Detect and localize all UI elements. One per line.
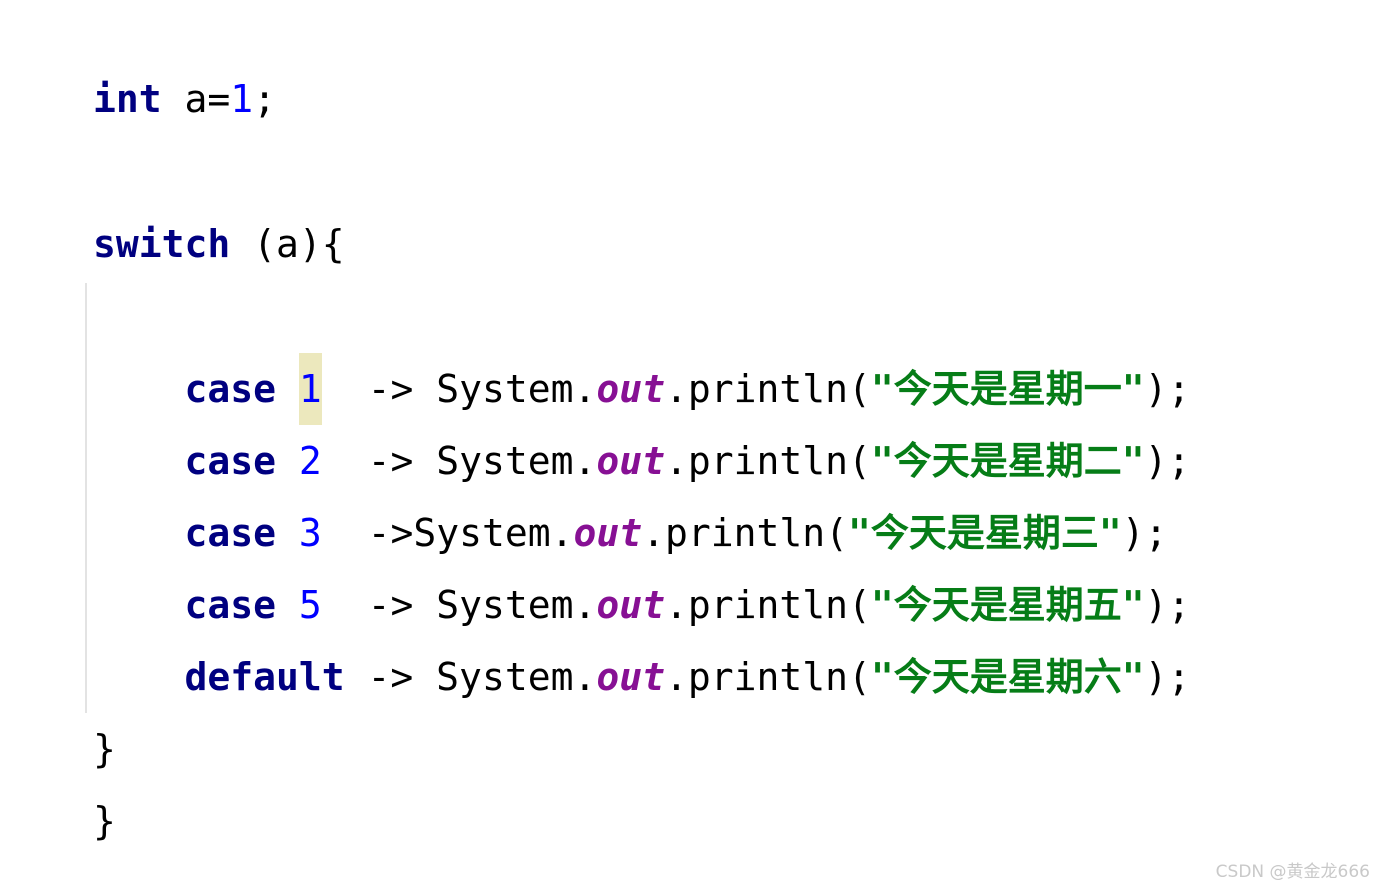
token-plain: ->System. (321, 511, 574, 555)
token-number-literal-highlighted: 1 (298, 353, 322, 425)
code-line-declaration: int a=1; (93, 80, 276, 118)
token-plain: } (93, 727, 116, 771)
code-editor-surface: int a=1; switch (a){ case 1 -> System.ou… (0, 0, 1384, 892)
token-static-field: out (573, 511, 643, 555)
token-plain: -> System. (321, 367, 597, 411)
token-number-literal: 1 (230, 77, 254, 121)
code-line-switch-close: } (93, 730, 116, 768)
code-line-case-5: case 5 -> System.out.println("今天是星期五"); (93, 583, 1191, 627)
token-string-literal: "今天是星期一" (870, 367, 1145, 411)
code-line-block-close: } (93, 802, 116, 840)
token-plain: a= (161, 77, 231, 121)
token-plain: ); (1144, 583, 1191, 627)
token-plain: -> System. (321, 439, 597, 483)
token-plain: .println( (664, 655, 871, 699)
code-line-switch-open: switch (a){ (93, 225, 345, 263)
indent-guide-line (85, 283, 87, 713)
token-plain: ); (1144, 367, 1191, 411)
token-static-field: out (596, 655, 665, 699)
token-number-literal: 3 (298, 511, 322, 555)
token-plain: } (93, 799, 116, 843)
token-string-literal: "今天是星期六" (870, 655, 1145, 699)
token-static-field: out (596, 583, 665, 627)
token-static-field: out (596, 367, 665, 411)
token-keyword: int (93, 77, 162, 121)
token-string-literal: "今天是星期三" (848, 511, 1122, 555)
token-keyword: case (184, 367, 277, 411)
code-line-case-1: case 1 -> System.out.println("今天是星期一"); (93, 353, 1191, 425)
token-number-literal: 5 (298, 583, 322, 627)
token-keyword: case (184, 511, 277, 555)
token-keyword: switch (93, 222, 231, 266)
token-plain: .println( (665, 439, 871, 483)
token-keyword: case (184, 439, 277, 483)
token-string-literal: "今天是星期二" (870, 439, 1145, 483)
token-plain: ); (1144, 655, 1191, 699)
token-plain: .println( (642, 511, 849, 555)
code-line-default: default -> System.out.println("今天是星期六"); (93, 655, 1191, 699)
token-keyword: default (184, 655, 345, 699)
token-keyword: case (184, 583, 277, 627)
token-plain: ; (253, 77, 277, 121)
token-plain: .println( (665, 367, 871, 411)
token-number-literal: 2 (298, 439, 322, 483)
token-plain: ); (1121, 511, 1168, 555)
token-plain: ); (1144, 439, 1191, 483)
token-string-literal: "今天是星期五" (870, 583, 1145, 627)
token-plain: (a){ (230, 222, 345, 266)
csdn-watermark: CSDN @黄金龙666 (1215, 862, 1370, 882)
code-line-case-2: case 2 -> System.out.println("今天是星期二"); (93, 439, 1191, 483)
token-plain: -> System. (321, 583, 597, 627)
token-static-field: out (596, 439, 665, 483)
code-line-case-3: case 3 ->System.out.println("今天是星期三"); (93, 514, 1168, 552)
token-plain: -> System. (344, 655, 597, 699)
token-plain: .println( (665, 583, 871, 627)
